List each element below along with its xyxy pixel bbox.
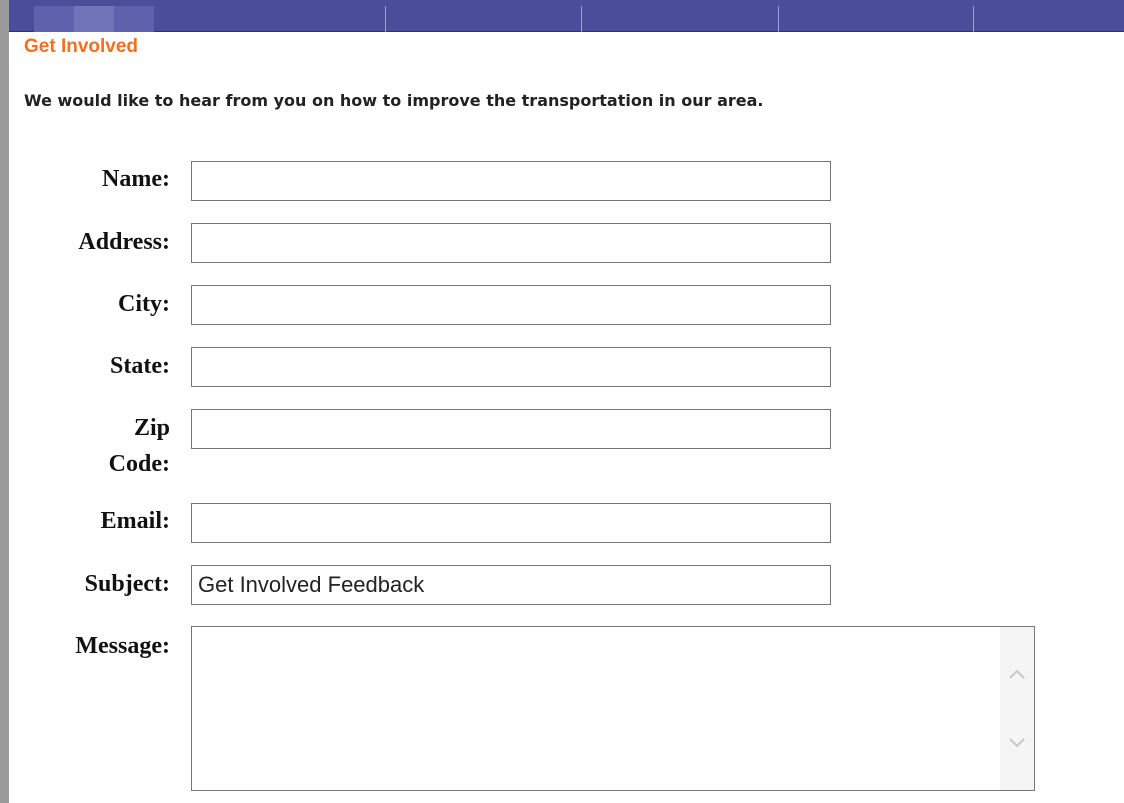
scroll-down-button[interactable] [1000, 726, 1034, 760]
name-field[interactable] [191, 161, 831, 201]
page: Get Involved We would like to hear from … [0, 0, 1124, 803]
nav-divider [973, 6, 974, 32]
state-label: State: [110, 353, 170, 379]
scroll-up-button[interactable] [1000, 657, 1034, 691]
page-title: Get Involved [24, 36, 139, 57]
zip-code-field[interactable] [191, 409, 831, 449]
nav-divider [581, 6, 582, 32]
email-label: Email: [100, 508, 170, 534]
nav-segment[interactable] [114, 6, 154, 32]
top-nav-bar [9, 0, 1124, 32]
message-textarea[interactable] [192, 627, 1000, 790]
city-label: City: [118, 291, 170, 317]
address-field[interactable] [191, 223, 831, 263]
city-field[interactable] [191, 285, 831, 325]
email-field[interactable] [191, 503, 831, 543]
nav-divider [778, 6, 779, 32]
nav-segment[interactable] [34, 6, 74, 32]
address-label: Address: [78, 229, 170, 255]
chevron-up-icon [1009, 669, 1025, 679]
message-scrollbar[interactable] [1000, 627, 1034, 790]
message-box [191, 626, 1035, 791]
zip-label-line2: Code: [108, 451, 170, 477]
subject-label: Subject: [84, 571, 170, 597]
chevron-down-icon [1009, 738, 1025, 748]
state-field[interactable] [191, 347, 831, 387]
zip-label-line1: Zip [133, 415, 170, 441]
nav-divider [385, 6, 386, 32]
intro-text: We would like to hear from you on how to… [24, 91, 764, 110]
nav-segment[interactable] [74, 6, 114, 32]
subject-field[interactable] [191, 565, 831, 605]
left-border [0, 0, 9, 803]
message-label: Message: [75, 633, 170, 659]
name-label: Name: [102, 166, 170, 192]
